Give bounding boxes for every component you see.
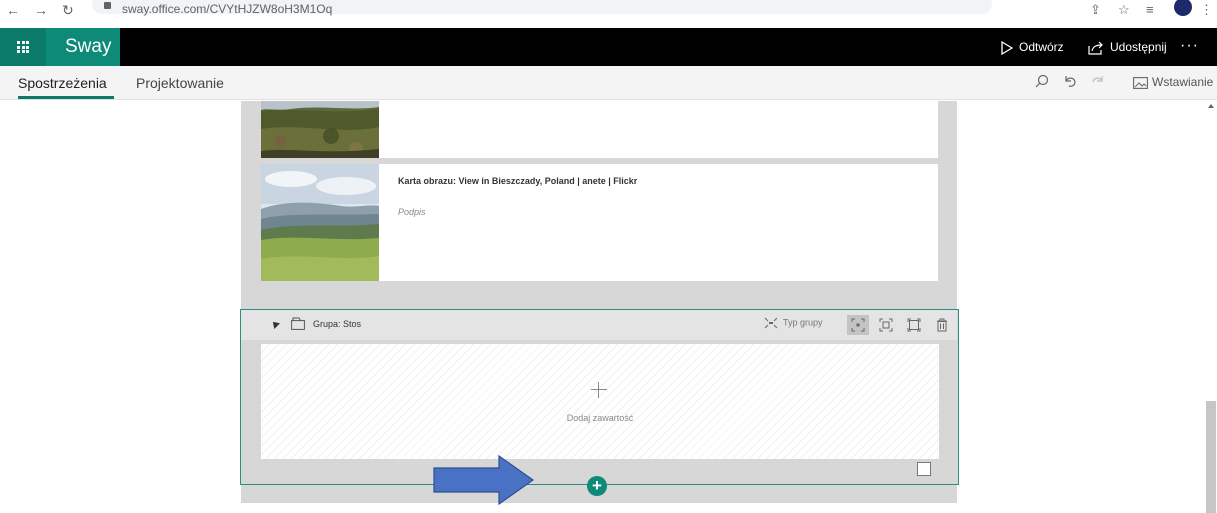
- plus-icon[interactable]: [591, 382, 607, 398]
- app-launcher-button[interactable]: [0, 28, 46, 66]
- focus-small-icon: [851, 318, 865, 332]
- undo-icon[interactable]: [1063, 74, 1077, 91]
- insert-label: Wstawianie: [1152, 75, 1214, 89]
- card-image-bieszczady[interactable]: [261, 164, 379, 281]
- share-page-icon[interactable]: ⇪: [1090, 2, 1101, 18]
- tab-spostrzezenia[interactable]: Spostrzeżenia: [18, 75, 107, 91]
- address-bar[interactable]: sway.office.com/CVYtHJZW8oH3M1Oq: [92, 0, 992, 16]
- emphasis-subtle-button[interactable]: [847, 315, 869, 335]
- play-label: Odtwórz: [1019, 40, 1064, 54]
- group-stack[interactable]: Grupa: Stos Typ grupy Dodaj zawartość: [240, 309, 959, 485]
- collapse-caret-icon[interactable]: [270, 319, 280, 329]
- profile-avatar[interactable]: [1174, 0, 1192, 16]
- trash-icon: [937, 318, 947, 332]
- add-content-label[interactable]: Dodaj zawartość: [261, 413, 939, 423]
- scrollbar-thumb[interactable]: [1206, 401, 1216, 513]
- group-select-checkbox[interactable]: [917, 462, 931, 476]
- bookmark-star-icon[interactable]: ☆: [1118, 2, 1130, 18]
- stack-group-icon: [291, 317, 305, 335]
- group-title: Grupa: Stos: [313, 319, 362, 329]
- image-card[interactable]: [261, 101, 938, 158]
- tab-projektowanie[interactable]: Projektowanie: [136, 75, 224, 91]
- group-type-label: Typ grupy: [783, 317, 823, 328]
- delete-group-button[interactable]: [931, 315, 953, 335]
- image-caption-title[interactable]: Karta obrazu: View in Bieszczady, Poland…: [398, 176, 637, 186]
- forward-icon[interactable]: →: [34, 2, 48, 18]
- scroll-up-arrow-icon[interactable]: [1208, 104, 1214, 108]
- card-image-mountains[interactable]: [261, 101, 379, 158]
- share-label: Udostępnij: [1110, 40, 1167, 54]
- waffle-icon: [17, 41, 29, 53]
- more-options-button[interactable]: ···: [1180, 28, 1199, 66]
- group-type-button[interactable]: Typ grupy: [764, 317, 823, 329]
- annotation-arrow: [433, 455, 535, 505]
- browser-menu-icon[interactable]: ⋮: [1200, 2, 1213, 18]
- play-icon: [1001, 40, 1014, 55]
- redo-icon[interactable]: [1091, 74, 1105, 91]
- image-card[interactable]: Karta obrazu: View in Bieszczady, Poland…: [261, 164, 938, 281]
- group-type-icon: [764, 317, 778, 329]
- ribbon-tabs: Spostrzeżenia Projektowanie Wstawianie: [0, 66, 1217, 100]
- share-button[interactable]: Udostępnij: [1088, 28, 1167, 66]
- storyline-workspace: Karta obrazu: View in Bieszczady, Poland…: [0, 101, 1217, 513]
- media-queue-icon[interactable]: ≡: [1146, 2, 1154, 17]
- active-tab-indicator: [18, 96, 114, 99]
- share-icon: [1088, 41, 1103, 55]
- focus-medium-icon: [879, 318, 893, 332]
- insert-image-icon: [1133, 76, 1148, 89]
- back-icon[interactable]: ←: [6, 2, 20, 18]
- app-brand[interactable]: Sway: [46, 28, 120, 66]
- reload-icon[interactable]: ↻: [62, 2, 74, 19]
- group-header: Grupa: Stos Typ grupy: [241, 310, 957, 340]
- emphasis-strong-button[interactable]: [903, 315, 925, 335]
- browser-toolbar: ← → ↻ sway.office.com/CVYtHJZW8oH3M1Oq ⇪…: [0, 0, 1217, 28]
- search-icon[interactable]: [1035, 74, 1049, 91]
- lock-icon: [104, 2, 111, 9]
- add-card-button[interactable]: +: [587, 476, 607, 496]
- url-text: sway.office.com/CVYtHJZW8oH3M1Oq: [122, 2, 333, 16]
- image-caption-placeholder[interactable]: Podpis: [398, 207, 426, 217]
- app-header: Sway Odtwórz Udostępnij ···: [0, 28, 1217, 66]
- add-content-dropzone[interactable]: Dodaj zawartość: [261, 344, 939, 459]
- play-button[interactable]: Odtwórz: [1001, 28, 1064, 66]
- emphasis-moderate-button[interactable]: [875, 315, 897, 335]
- focus-large-icon: [907, 318, 921, 332]
- insert-button[interactable]: Wstawianie: [1133, 75, 1213, 89]
